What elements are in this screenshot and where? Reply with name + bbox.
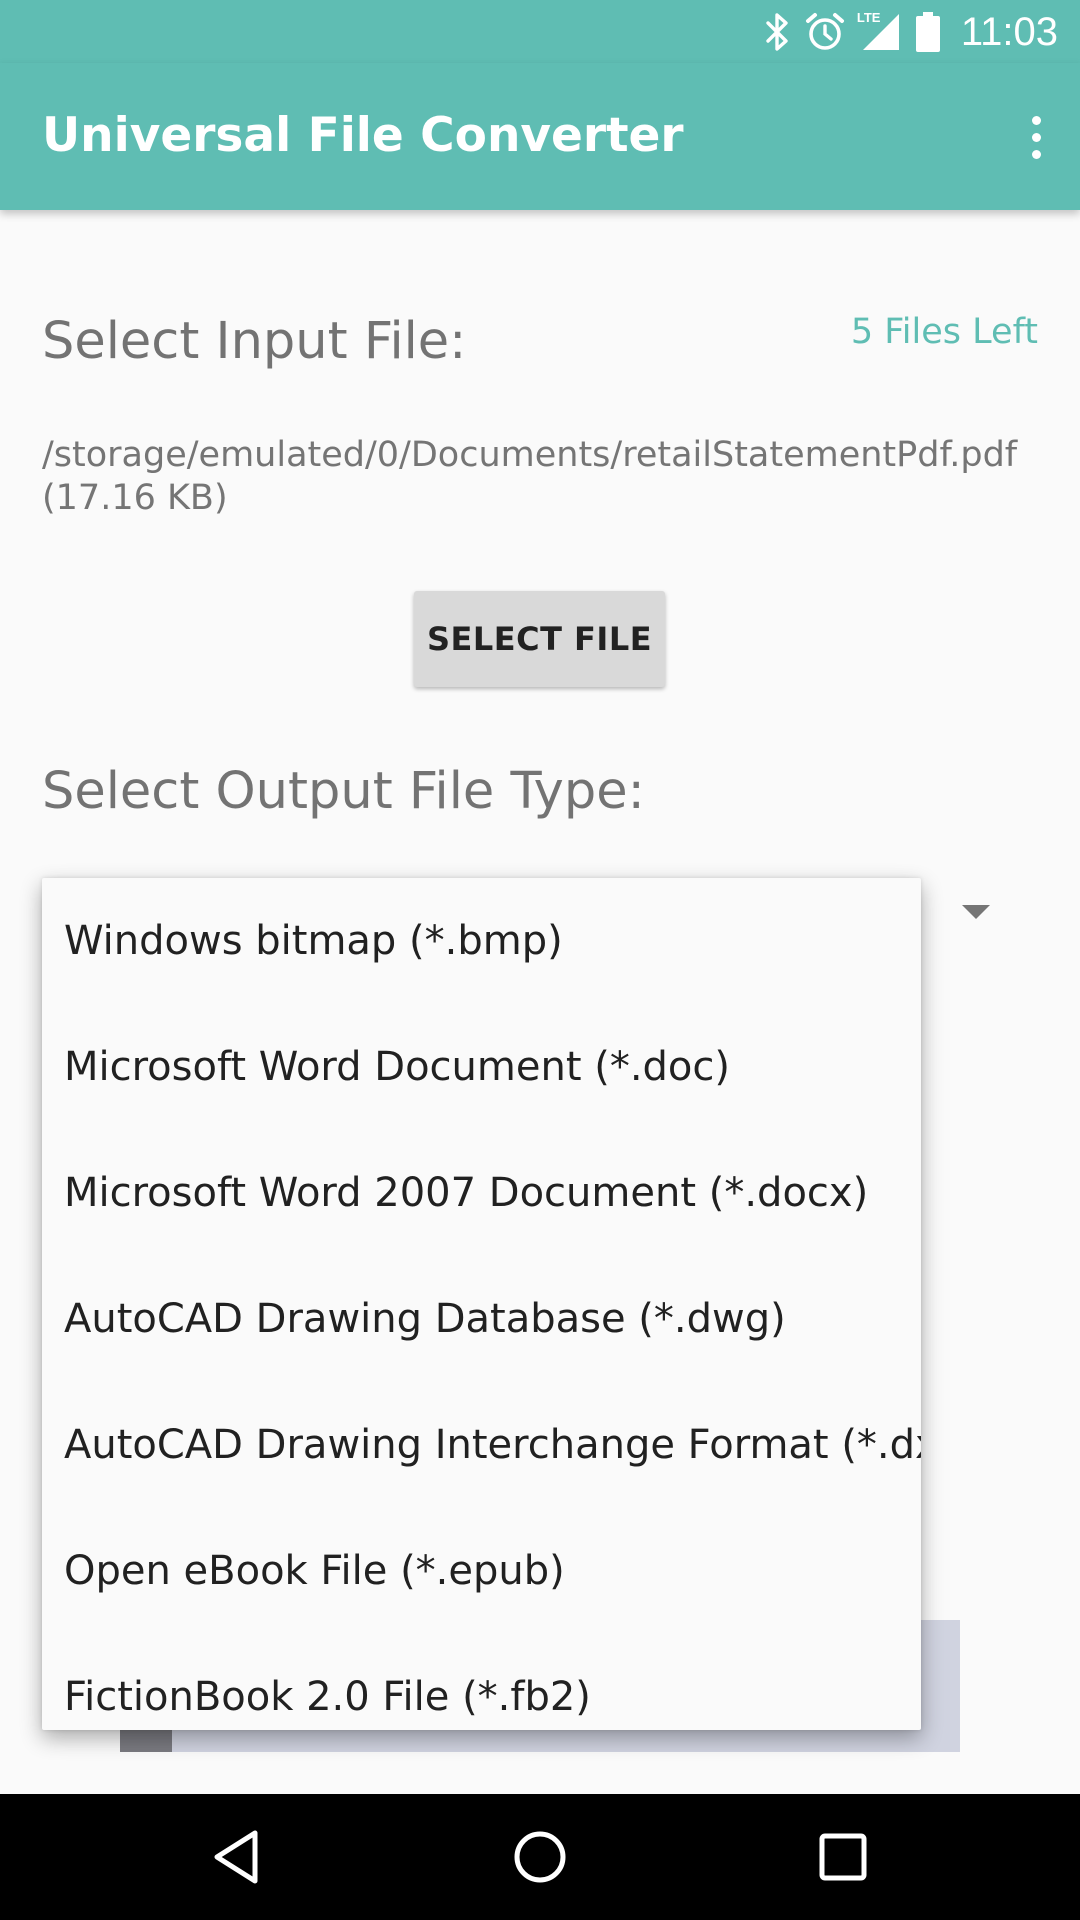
recents-square-icon[interactable] (813, 1827, 873, 1887)
dropdown-option-epub[interactable]: Open eBook File (*.epub) (42, 1508, 921, 1634)
dropdown-option-dxf[interactable]: AutoCAD Drawing Interchange Format (*.dx… (42, 1382, 921, 1508)
more-vert-icon[interactable] (1014, 107, 1058, 167)
dropdown-option-fb2[interactable]: FictionBook 2.0 File (*.fb2) (42, 1634, 921, 1730)
output-type-dropdown: Windows bitmap (*.bmp) Microsoft Word Do… (42, 878, 921, 1730)
selected-file-info: /storage/emulated/0/Documents/retailStat… (42, 434, 1042, 520)
dropdown-option-docx[interactable]: Microsoft Word 2007 Document (*.docx) (42, 1130, 921, 1256)
dropdown-option-bmp[interactable]: Windows bitmap (*.bmp) (42, 878, 921, 1004)
dropdown-option-dwg[interactable]: AutoCAD Drawing Database (*.dwg) (42, 1256, 921, 1382)
app-title: Universal File Converter (42, 108, 684, 163)
back-triangle-icon[interactable] (207, 1827, 267, 1887)
file-size: (17.16 KB) (42, 478, 228, 518)
output-type-label: Select Output File Type: (42, 762, 645, 821)
spinner-dropdown-arrow-icon[interactable] (962, 905, 990, 919)
input-file-label: Select Input File: (42, 312, 467, 371)
main-content: Select Input File: 5 Files Left /storage… (0, 0, 1080, 1794)
app-bar: Universal File Converter (0, 63, 1080, 210)
home-circle-icon[interactable] (510, 1827, 570, 1887)
file-path: /storage/emulated/0/Documents/retailStat… (42, 435, 1018, 475)
dropdown-option-doc[interactable]: Microsoft Word Document (*.doc) (42, 1004, 921, 1130)
navigation-bar (0, 1794, 1080, 1920)
files-left-badge: 5 Files Left (850, 312, 1038, 352)
select-file-button[interactable]: SELECT FILE (414, 591, 665, 687)
